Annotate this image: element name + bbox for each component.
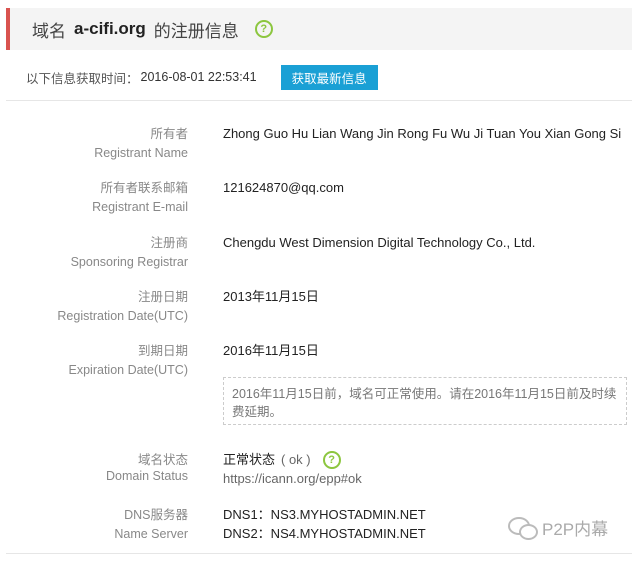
divider [6, 100, 632, 101]
domain-status-label-en: Domain Status [106, 469, 188, 483]
header-suffix: 的注册信息 [153, 21, 239, 41]
expiration-date-label-en: Expiration Date(UTC) [68, 363, 188, 377]
registration-date-label-cn: 注册日期 [137, 290, 188, 304]
page-header: 域名 a-cifi.org 的注册信息 ? [6, 8, 632, 50]
domain-status-help-icon[interactable]: ? [322, 451, 341, 469]
registrant-name-value: Zhong Guo Hu Lian Wang Jin Rong Fu Wu Ji… [223, 126, 622, 141]
domain-status-value: 正常状态 [223, 452, 276, 467]
watermark-text: P2P内幕 [542, 520, 609, 539]
name-server-label-en: Name Server [114, 527, 188, 541]
domain-status-value-line: 正常状态 ( ok ) ? [223, 451, 341, 469]
registrar-value: Chengdu West Dimension Digital Technolog… [223, 235, 536, 250]
watermark: P2P内幕 [508, 515, 608, 540]
fetch-time-label: 以下信息获取时间： [26, 71, 139, 86]
registrant-email-label-en: Registrant E-mail [92, 200, 188, 214]
wechat-icon [508, 516, 538, 540]
fetch-time-row: 以下信息获取时间： 2016-08-01 22:53:41 获取最新信息 [26, 64, 626, 90]
registration-date-label-en: Registration Date(UTC) [57, 309, 188, 323]
header-domain: a-cifi.org [74, 19, 146, 38]
registrar-label-cn: 注册商 [150, 236, 188, 250]
registrar-label-en: Sponsoring Registrar [70, 255, 188, 269]
help-icon[interactable]: ? [254, 20, 273, 38]
registrant-name-label-cn: 所有者 [150, 127, 188, 141]
registrant-name-label-en: Registrant Name [94, 146, 188, 160]
name-server-label-cn: DNS服务器 [124, 508, 188, 522]
registration-date-value: 2013年11月15日 [223, 289, 319, 304]
domain-status-link[interactable]: https://icann.org/epp#ok [223, 470, 362, 488]
name-server-dns2: DNS2：NS4.MYHOSTADMIN.NET [223, 526, 426, 541]
name-server-dns1: DNS1：NS3.MYHOSTADMIN.NET [223, 507, 426, 522]
domain-status-code: ( ok ) [281, 452, 311, 467]
registrant-email-value: 121624870@qq.com [223, 180, 344, 195]
bottom-divider [6, 553, 632, 554]
refresh-button[interactable]: 获取最新信息 [280, 64, 378, 90]
fetch-time-value: 2016-08-01 22:53:41 [140, 70, 257, 84]
renewal-notice: 2016年11月15日前，域名可正常使用。请在2016年11月15日前及时续费延… [223, 377, 627, 425]
header-prefix: 域名 [32, 21, 66, 41]
expiration-date-value: 2016年11月15日 [223, 343, 319, 358]
registrant-email-label-cn: 所有者联系邮箱 [100, 181, 188, 195]
expiration-date-label-cn: 到期日期 [137, 344, 188, 358]
